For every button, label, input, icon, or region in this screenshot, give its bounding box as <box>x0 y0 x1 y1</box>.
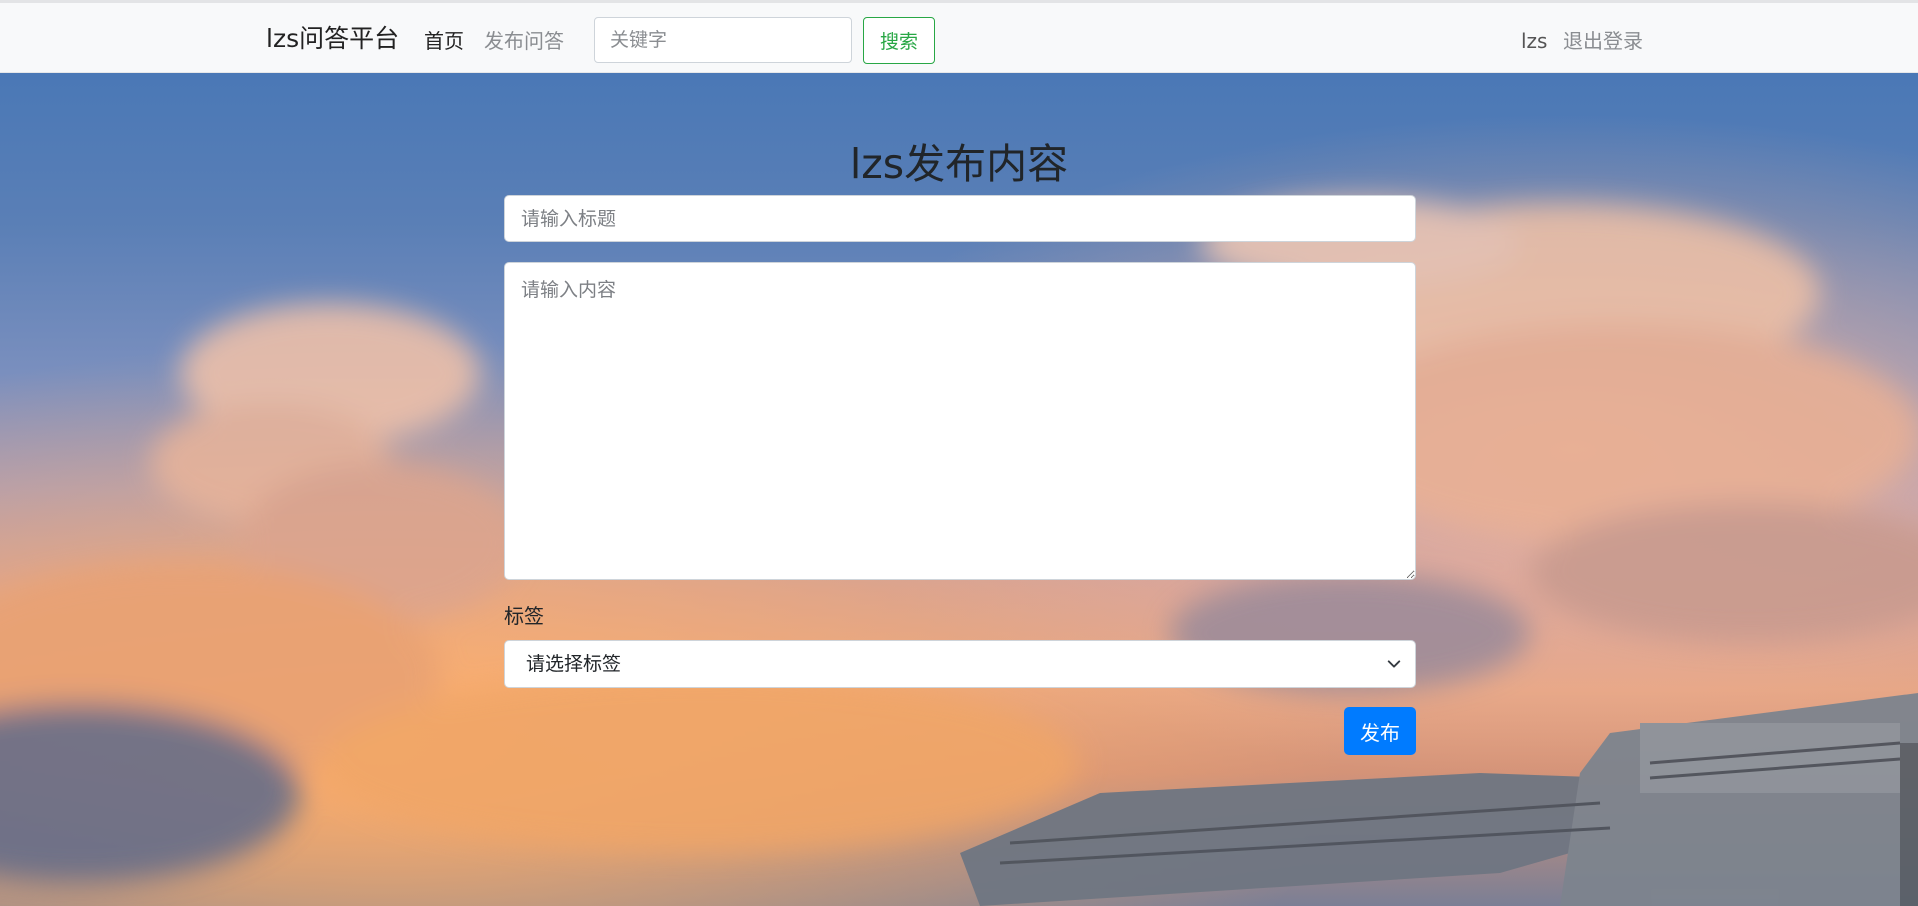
tag-label: 标签 <box>504 604 544 628</box>
title-input[interactable] <box>504 195 1416 242</box>
content-textarea[interactable] <box>504 262 1416 580</box>
search-input[interactable] <box>594 17 852 63</box>
publish-button[interactable]: 发布 <box>1344 707 1416 755</box>
chevron-down-icon <box>1387 660 1401 668</box>
user-link[interactable]: lzs <box>1521 27 1547 55</box>
search-button[interactable]: 搜索 <box>863 17 935 64</box>
logout-link[interactable]: 退出登录 <box>1563 27 1643 55</box>
nav-publish-link[interactable]: 发布问答 <box>484 27 564 55</box>
tag-select-value: 请选择标签 <box>526 653 622 675</box>
top-navbar: lzs问答平台 首页 发布问答 搜索 lzs 退出登录 <box>0 0 1918 73</box>
brand-logo[interactable]: lzs问答平台 <box>266 23 399 55</box>
page: lzs问答平台 首页 发布问答 搜索 lzs 退出登录 <box>0 0 1918 906</box>
page-title: lzs发布内容 <box>849 140 1069 188</box>
tag-select[interactable]: 请选择标签 <box>504 640 1416 688</box>
nav-home-link[interactable]: 首页 <box>424 27 464 55</box>
